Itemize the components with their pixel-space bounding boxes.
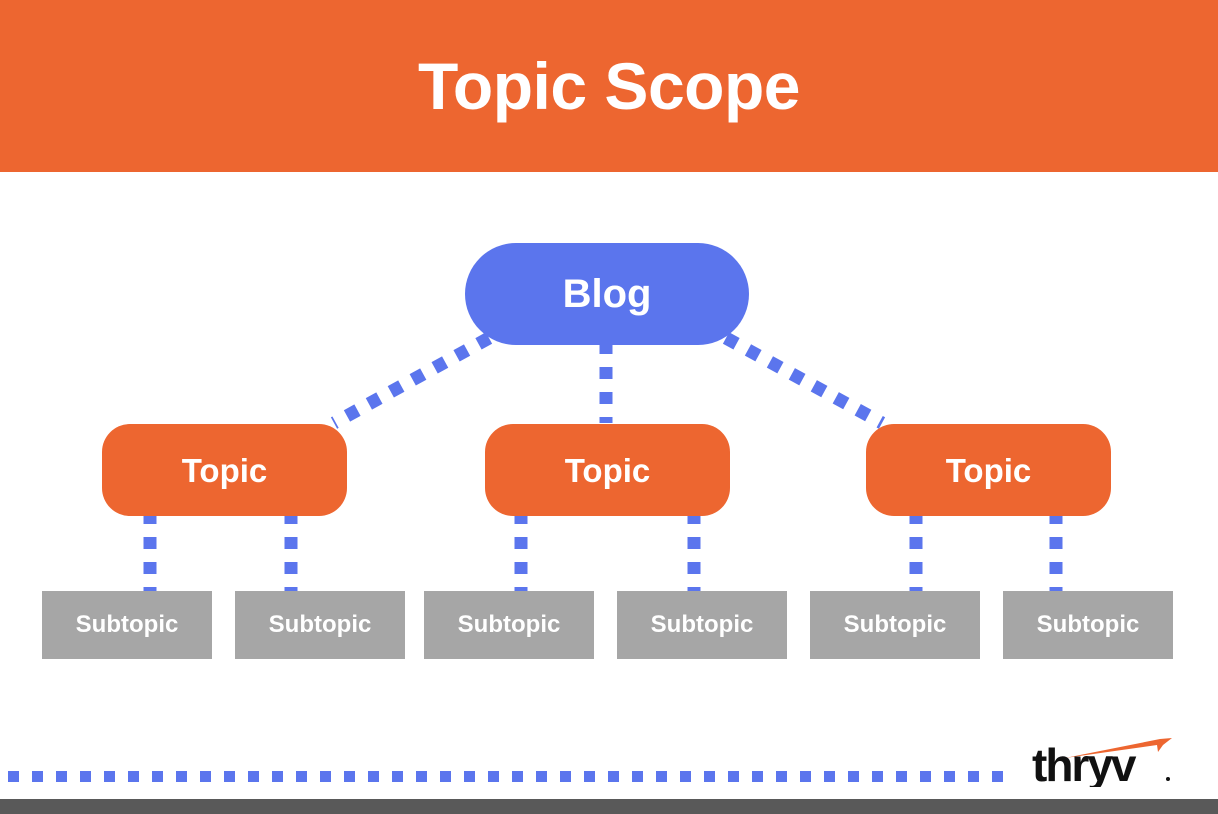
thryv-registered-dot — [1166, 777, 1170, 781]
page-title: Topic Scope — [418, 49, 801, 123]
slide-canvas: Topic Scope Blog Topic Topic Topic Subto… — [0, 0, 1218, 814]
connector-blog-to-topic-3 — [722, 332, 886, 429]
node-subtopic-3[interactable]: Subtopic — [424, 591, 594, 659]
node-topic-1[interactable]: Topic — [102, 424, 347, 516]
footer-dotted-divider — [8, 771, 1004, 782]
thryv-wordmark: thryv — [1032, 739, 1137, 787]
node-topic-2[interactable]: Topic — [485, 424, 730, 516]
footer-bar — [0, 799, 1218, 814]
node-blog[interactable]: Blog — [465, 243, 749, 345]
node-subtopic-2[interactable]: Subtopic — [235, 591, 405, 659]
thryv-logo: thryv — [1032, 737, 1178, 791]
header-band: Topic Scope — [0, 0, 1218, 172]
node-subtopic-6[interactable]: Subtopic — [1003, 591, 1173, 659]
connector-blog-to-topic-1 — [330, 332, 493, 429]
node-subtopic-1[interactable]: Subtopic — [42, 591, 212, 659]
topic-scope-diagram: Blog Topic Topic Topic Subtopic Subtopic… — [0, 172, 1218, 742]
node-subtopic-4[interactable]: Subtopic — [617, 591, 787, 659]
node-topic-3[interactable]: Topic — [866, 424, 1111, 516]
node-subtopic-5[interactable]: Subtopic — [810, 591, 980, 659]
thryv-logo-svg: thryv — [1032, 738, 1172, 791]
